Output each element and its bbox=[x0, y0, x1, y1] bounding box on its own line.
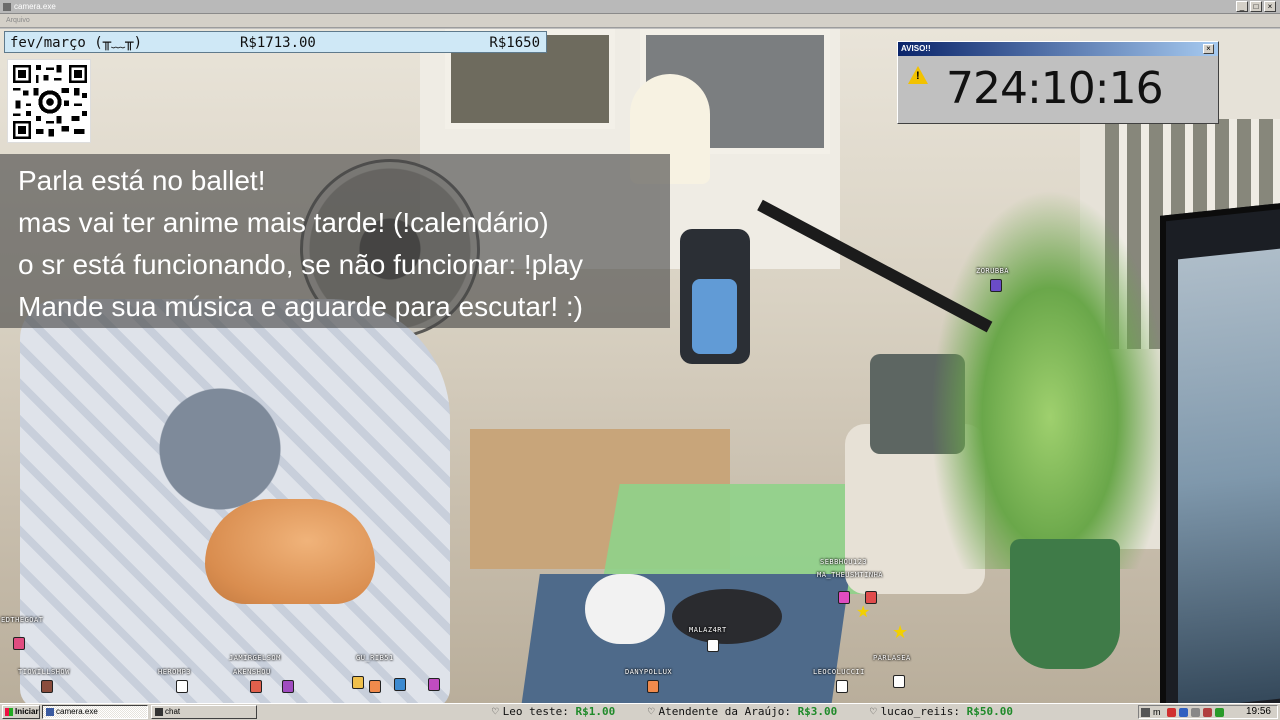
windows-logo-icon bbox=[5, 708, 13, 716]
start-label: Iniciar bbox=[15, 707, 39, 716]
donation-ticker: ♡ Leo teste: R$1.00 ♡ Atendente da Araújo:… bbox=[262, 704, 1162, 720]
microphone-light bbox=[692, 279, 737, 354]
plant bbox=[930, 189, 1170, 569]
chatter-name: PARLASEA bbox=[873, 654, 911, 662]
month-label: fev/março (╥﹏╥) bbox=[10, 35, 143, 51]
chatter-name: ZORUBBA bbox=[976, 267, 1010, 275]
chatter-name: MA_THEUSMTINHA bbox=[817, 571, 884, 579]
chatter-name: TIOWILLSHOW bbox=[18, 668, 70, 676]
start-button[interactable]: Iniciar bbox=[2, 705, 40, 719]
chatter-avatar bbox=[707, 639, 719, 652]
donation-amount: R$50.00 bbox=[966, 705, 1014, 718]
announcement-line: mas vai ter anime mais tarde! (!calendár… bbox=[18, 207, 549, 238]
announcement-line: o sr está funcionando, se não funcionar:… bbox=[18, 249, 584, 280]
taskbar-item-chat[interactable]: chat bbox=[151, 705, 257, 719]
app-icon bbox=[3, 3, 11, 11]
green-plant-pot bbox=[1010, 539, 1120, 669]
amount-raised: R$1713.00 bbox=[240, 35, 316, 51]
heart-icon: ♡ bbox=[492, 705, 499, 718]
armchair bbox=[20, 299, 450, 703]
warning-titlebar: AVISO!! bbox=[898, 42, 1218, 56]
chatter-avatar bbox=[394, 678, 406, 691]
computer-mouse bbox=[672, 589, 782, 644]
chatter-name: SEBBHOU123 bbox=[820, 558, 868, 566]
taskbar-item-camera[interactable]: camera.exe bbox=[42, 705, 148, 719]
close-button[interactable]: × bbox=[1264, 1, 1276, 12]
chatter-avatar bbox=[41, 680, 53, 693]
chatter-avatar bbox=[838, 591, 850, 604]
maximize-button[interactable]: □ bbox=[1250, 1, 1262, 12]
system-tray: m 19:56 bbox=[1138, 705, 1278, 719]
minimize-button[interactable]: _ bbox=[1236, 1, 1248, 12]
menu-arquivo[interactable]: Arquivo bbox=[6, 17, 30, 24]
chatter-avatar bbox=[13, 637, 25, 650]
donor-name: lucao_reiis: bbox=[880, 705, 961, 718]
donor-name: Atendente da Araújo: bbox=[658, 705, 791, 718]
donation-amount: R$1.00 bbox=[575, 705, 616, 718]
chatter-name: EDTHEGOAT bbox=[1, 616, 44, 624]
chatter-avatar bbox=[893, 675, 905, 688]
volume-icon[interactable] bbox=[1191, 708, 1200, 717]
heart-tray-icon[interactable] bbox=[1141, 708, 1150, 717]
chatter-avatar bbox=[990, 279, 1002, 292]
taskbar-item-label: chat bbox=[165, 707, 181, 716]
app-tray-icon[interactable] bbox=[1215, 708, 1224, 717]
chatter-avatar bbox=[282, 680, 294, 693]
warning-close-button[interactable]: × bbox=[1203, 44, 1214, 54]
goal-amount: R$1650 bbox=[489, 35, 540, 51]
tray-label: m bbox=[1153, 707, 1161, 717]
taskbar-item-label: camera.exe bbox=[56, 707, 98, 716]
window-controls: _ □ × bbox=[1236, 1, 1276, 12]
chatter-name: MALAZ4RT bbox=[689, 626, 727, 634]
record-icon[interactable] bbox=[1203, 708, 1212, 717]
donation-amount: R$3.00 bbox=[797, 705, 838, 718]
window-title: camera.exe bbox=[14, 2, 56, 11]
announcement-line: Parla está no ballet! bbox=[18, 165, 266, 196]
webcam-feed bbox=[0, 29, 1280, 703]
star-icon: ★ bbox=[856, 604, 871, 621]
window-titlebar: camera.exe _ □ × bbox=[0, 0, 1280, 14]
cat-figurine bbox=[585, 574, 665, 644]
chatter-name: AKENSHOU bbox=[233, 668, 271, 676]
countdown-timer: 724:10:16 bbox=[946, 63, 1164, 114]
taskbar: Iniciar camera.exe chat ♡ Leo teste: R$1.… bbox=[0, 703, 1280, 720]
chatter-avatar bbox=[428, 678, 440, 691]
qr-code-icon bbox=[7, 59, 91, 143]
star-icon: ★ bbox=[892, 622, 909, 642]
chatter-avatar bbox=[250, 680, 262, 693]
camera-app-icon bbox=[46, 708, 54, 716]
menubar: Arquivo bbox=[0, 14, 1280, 28]
chatter-name: HEROMP3 bbox=[158, 668, 192, 676]
antivirus-icon[interactable] bbox=[1167, 708, 1176, 717]
desk-mat bbox=[520, 574, 850, 703]
ticker-item: ♡ Leo teste: R$1.00 bbox=[492, 704, 615, 720]
sleeping-cat bbox=[205, 499, 375, 604]
heart-icon: ♡ bbox=[647, 705, 655, 718]
chatter-avatar bbox=[647, 680, 659, 693]
monitor-screen bbox=[1178, 248, 1280, 703]
ticker-item: ♡ Atendente da Araújo: R$3.00 bbox=[648, 704, 837, 720]
chat-app-icon bbox=[155, 708, 163, 716]
chatter-name: GU_RIB51 bbox=[356, 654, 394, 662]
donation-goal-bar: fev/março (╥﹏╥) R$1713.00 R$1650 bbox=[4, 31, 547, 53]
clock: 19:56 bbox=[1245, 706, 1271, 717]
heart-icon: ♡ bbox=[869, 705, 877, 718]
warning-icon-mark: ! bbox=[916, 70, 920, 82]
ticker-item: ♡ lucao_reiis: R$50.00 bbox=[870, 704, 1013, 720]
donor-name: Leo teste: bbox=[502, 705, 569, 718]
warning-dialog: AVISO!! × ! 724:10:16 bbox=[897, 41, 1219, 124]
chatter-avatar bbox=[836, 680, 848, 693]
chatter-avatar bbox=[352, 676, 364, 689]
chatter-avatar bbox=[176, 680, 188, 693]
chatter-name: JAMIRGELSOM bbox=[229, 654, 281, 662]
network-icon[interactable] bbox=[1179, 708, 1188, 717]
announcement-box: Parla está no ballet! mas vai ter anime … bbox=[0, 154, 670, 328]
chatter-name: LEOCOLUCCII bbox=[813, 668, 865, 676]
chatter-avatar bbox=[369, 680, 381, 693]
announcement-line: Mande sua música e aguarde para escutar!… bbox=[18, 291, 583, 322]
chatter-name: DANYPOLLUX bbox=[625, 668, 673, 676]
